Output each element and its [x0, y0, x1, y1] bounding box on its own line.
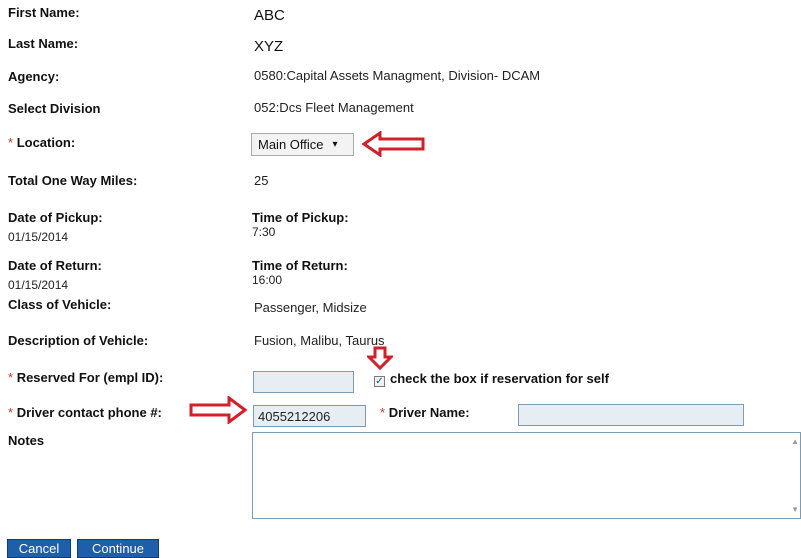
required-mark: * [380, 405, 386, 420]
driver-phone-label: * Driver contact phone #: [8, 405, 162, 420]
driver-name-label-text: Driver Name: [388, 405, 470, 420]
reserved-for-label-text: Reserved For (empl ID): [16, 370, 164, 385]
vehicle-class-value: Passenger, Midsize [254, 300, 367, 315]
last-name-value: XYZ [254, 38, 284, 55]
division-value: 052:Dcs Fleet Management [254, 100, 414, 115]
reserved-for-input[interactable] [253, 371, 354, 393]
driver-name-input[interactable] [518, 404, 744, 426]
vehicle-class-label: Class of Vehicle: [8, 297, 112, 312]
location-label: * Location: [8, 135, 75, 150]
location-select[interactable]: Main Office ▾ [251, 133, 354, 156]
pickup-time-label: Time of Pickup: [252, 210, 349, 225]
vehicle-desc-value: Fusion, Malibu, Taurus [254, 333, 385, 348]
last-name-label: Last Name: [8, 36, 79, 51]
driver-name-label: * Driver Name: [380, 405, 470, 420]
return-time-label: Time of Return: [252, 258, 348, 273]
first-name-label: First Name: [8, 5, 80, 20]
return-time-value: 16:00 [252, 273, 283, 287]
scroll-down-arrow-icon[interactable]: ▼ [791, 505, 799, 514]
notes-textarea[interactable]: ▲ ▼ [252, 432, 801, 519]
miles-label: Total One Way Miles: [8, 173, 138, 188]
chevron-down-icon: ▾ [332, 139, 338, 150]
continue-button[interactable]: Continue [77, 539, 159, 558]
required-mark: * [8, 370, 14, 385]
location-selected-value: Main Office [258, 137, 324, 152]
driver-phone-input[interactable] [253, 405, 366, 427]
pickup-time-value: 7:30 [252, 225, 276, 239]
scroll-up-arrow-icon[interactable]: ▲ [791, 437, 799, 446]
red-arrow-down-icon [367, 346, 393, 370]
required-mark: * [8, 405, 14, 420]
self-reservation-label: check the box if reservation for self [390, 371, 609, 386]
red-arrow-left-icon [362, 131, 425, 157]
pickup-date-value: 01/15/2014 [8, 230, 69, 244]
pickup-date-label: Date of Pickup: [8, 210, 103, 225]
self-reservation-checkbox[interactable]: ✓ [374, 376, 385, 387]
return-date-value: 01/15/2014 [8, 278, 69, 292]
agency-value: 0580:Capital Assets Managment, Division-… [254, 68, 541, 83]
required-mark: * [8, 135, 14, 150]
miles-value: 25 [254, 173, 269, 188]
cancel-button[interactable]: Cancel [7, 539, 71, 558]
driver-phone-label-text: Driver contact phone #: [16, 405, 162, 420]
division-label: Select Division [8, 101, 101, 116]
return-date-label: Date of Return: [8, 258, 102, 273]
red-arrow-right-icon [189, 396, 247, 424]
reserved-for-label: * Reserved For (empl ID): [8, 370, 163, 385]
vehicle-desc-label: Description of Vehicle: [8, 333, 149, 348]
first-name-value: ABC [254, 7, 285, 24]
agency-label: Agency: [8, 69, 60, 84]
checkmark-icon: ✓ [375, 376, 384, 387]
notes-label: Notes [8, 433, 45, 448]
location-label-text: Location: [16, 135, 76, 150]
